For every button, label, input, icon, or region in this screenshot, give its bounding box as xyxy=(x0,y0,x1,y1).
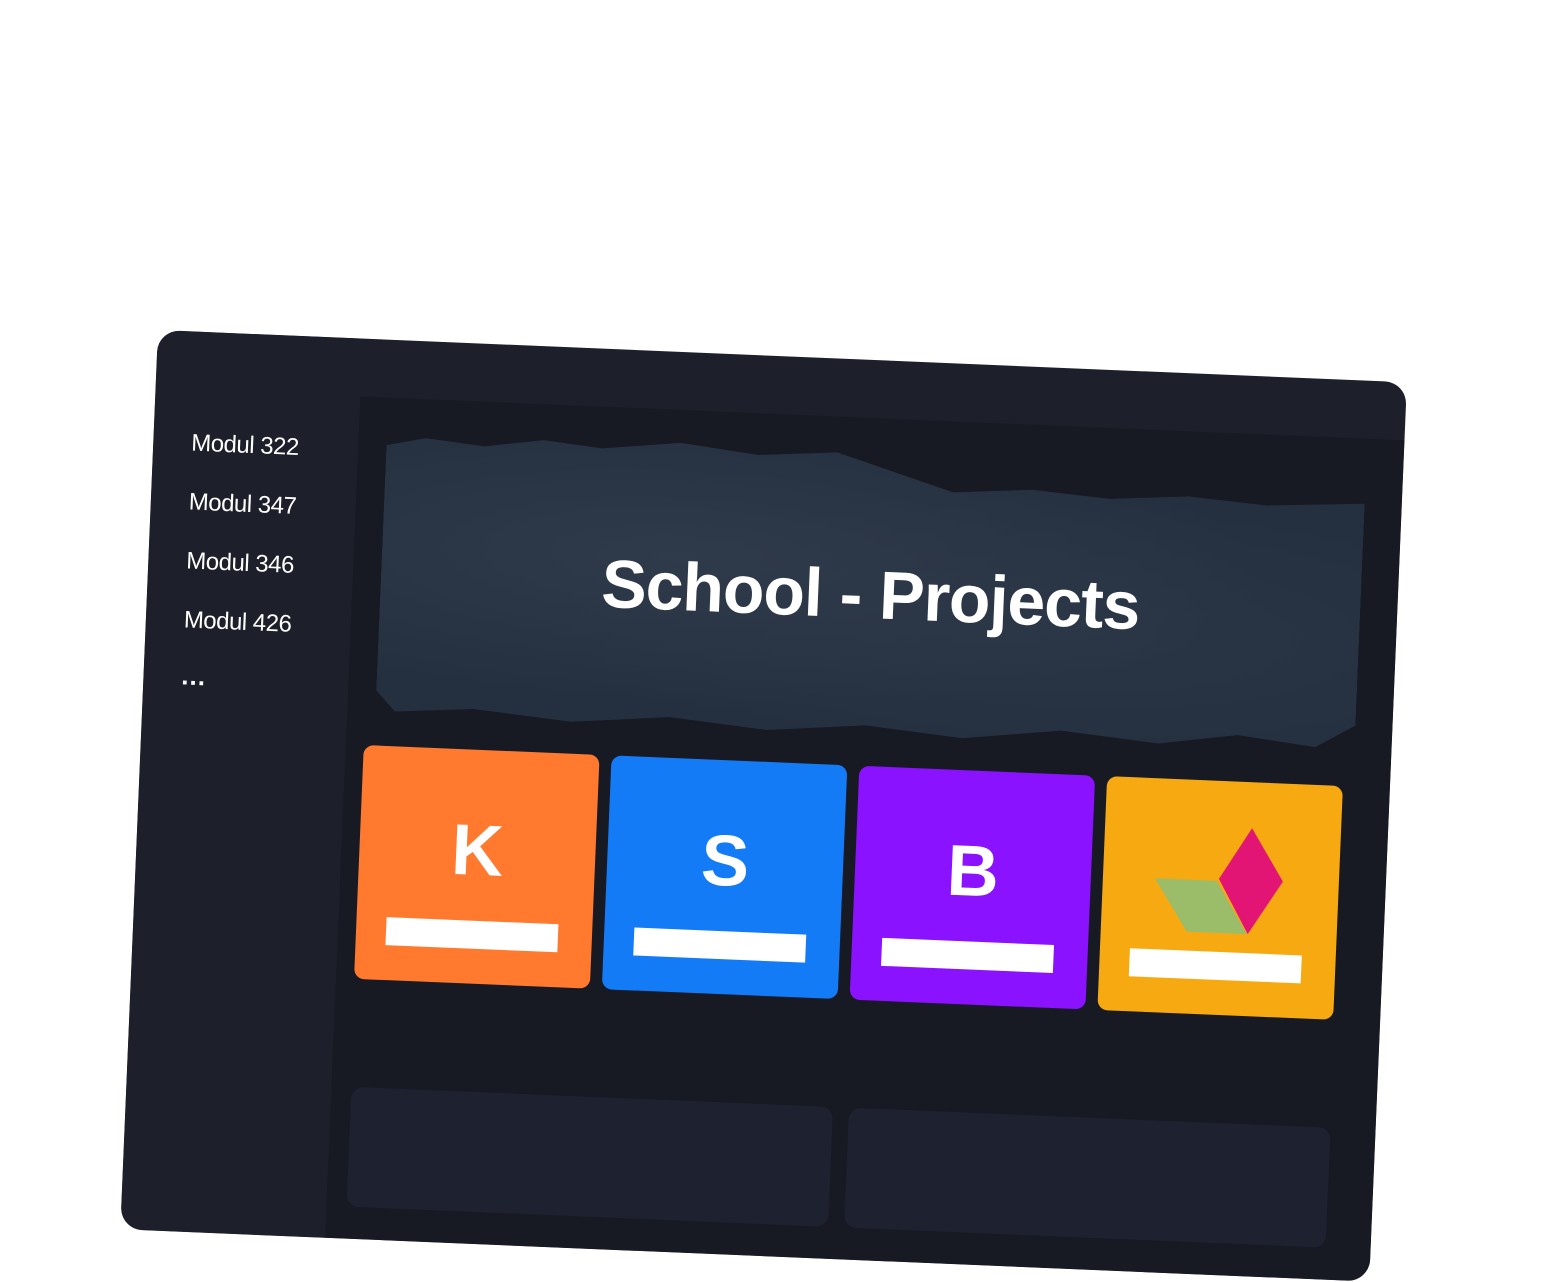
sidebar-list: Modul 322 Modul 347 Modul 346 Modul 426 … xyxy=(180,430,300,729)
card-letter: S xyxy=(699,820,751,903)
project-card-b[interactable]: B xyxy=(849,765,1096,1010)
main-content: School - Projects K S B xyxy=(325,396,1405,1282)
sidebar-more-item[interactable]: ... xyxy=(180,660,290,728)
card-label-bar xyxy=(633,927,807,963)
card-letter: K xyxy=(449,809,506,892)
app-window: Modul 322 Modul 347 Modul 346 Modul 426 … xyxy=(120,330,1407,1282)
diamond-logo-icon xyxy=(1152,818,1297,949)
sidebar-item-modul-347[interactable]: Modul 347 xyxy=(187,488,297,551)
card-label-bar xyxy=(1128,948,1302,984)
page-title: School - Projects xyxy=(599,545,1142,645)
sidebar-item-modul-322[interactable]: Modul 322 xyxy=(189,430,300,493)
hero-banner: School - Projects xyxy=(375,428,1366,761)
content-panel-right xyxy=(844,1107,1331,1248)
project-card-diamond[interactable] xyxy=(1097,776,1343,1020)
content-panel-left xyxy=(346,1086,834,1227)
card-letter: B xyxy=(945,830,1001,913)
project-card-k[interactable]: K xyxy=(354,744,600,989)
card-label-bar xyxy=(385,917,559,953)
sidebar: Modul 322 Modul 347 Modul 346 Modul 426 … xyxy=(120,330,363,1238)
project-card-s[interactable]: S xyxy=(601,755,848,1000)
card-label-bar xyxy=(881,937,1055,974)
sidebar-item-modul-346[interactable]: Modul 346 xyxy=(184,547,295,610)
